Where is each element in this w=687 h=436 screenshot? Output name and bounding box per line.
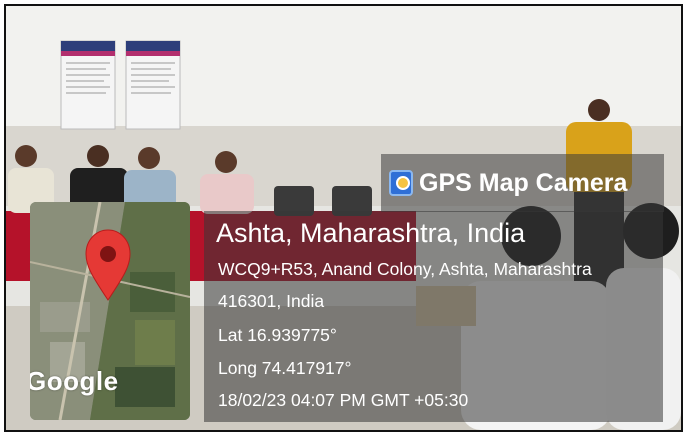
longitude-text: Long 74.417917° xyxy=(218,358,352,378)
address-line-2: 416301, India xyxy=(218,291,325,311)
place-name: Ashta, Maharashtra, India xyxy=(216,218,526,248)
app-title-badge: GPS Map Camera xyxy=(381,154,664,212)
app-title: GPS Map Camera xyxy=(419,168,628,197)
latitude-text: Lat 16.939775° xyxy=(218,325,337,345)
datetime-text: 18/02/23 04:07 PM GMT +05:30 xyxy=(218,390,469,410)
address-line-1: WCQ9+R53, Anand Colony, Ashta, Maharasht… xyxy=(218,259,592,279)
google-logo: Google xyxy=(30,366,119,396)
photo-frame: GPS Map Camera Google Ashta, Maharashtra… xyxy=(4,4,683,432)
map-thumbnail: Google xyxy=(30,202,190,420)
gps-camera-icon xyxy=(389,170,413,196)
